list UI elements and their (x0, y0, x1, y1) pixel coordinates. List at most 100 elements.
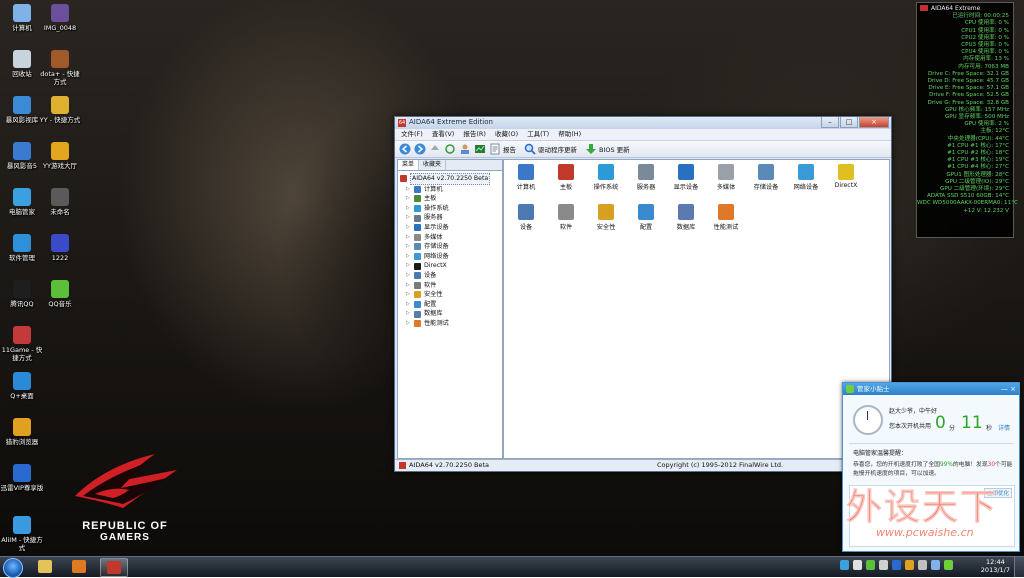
category-grid-item[interactable]: 配置 (626, 204, 666, 231)
tree-item[interactable]: ▷ 软件 (400, 281, 500, 291)
expand-arrow-icon[interactable]: ▷ (406, 252, 414, 262)
tree-item[interactable]: ▷ 主板 (400, 194, 500, 204)
category-grid-item[interactable]: 数据库 (666, 204, 706, 231)
desktop-icon[interactable]: YY游戏大厅 (38, 142, 82, 170)
category-grid-item[interactable]: DirectX (826, 164, 866, 189)
category-grid-item[interactable]: 性能测试 (706, 204, 746, 231)
category-grid-item[interactable]: 网络设备 (786, 164, 826, 191)
taskbar-button-explorer[interactable] (32, 558, 58, 575)
show-desktop-button[interactable] (1014, 557, 1024, 577)
expand-arrow-icon[interactable]: ▷ (406, 261, 414, 271)
minimize-button[interactable]: – (821, 117, 839, 128)
tab-favorites[interactable]: 收藏夹 (419, 160, 447, 170)
tray-icon[interactable] (905, 560, 914, 570)
category-grid-item[interactable]: 软件 (546, 204, 586, 231)
close-button[interactable]: × (859, 117, 889, 128)
desktop-icon[interactable]: 猎豹浏览器 (0, 418, 44, 446)
menu-item[interactable]: 报告(R) (463, 129, 486, 140)
tab-menu[interactable]: 菜单 (398, 160, 420, 170)
tray-icon[interactable] (866, 560, 875, 570)
tray-icon[interactable] (931, 560, 940, 570)
tree-item[interactable]: ▷ 计算机 (400, 185, 500, 195)
desktop-icon[interactable]: 迅雷VIP尊享版 (0, 464, 44, 492)
tree-item[interactable]: ▷ 配置 (400, 300, 500, 310)
tree-item[interactable]: ▷ 服务器 (400, 213, 500, 223)
expand-arrow-icon[interactable]: ▷ (406, 194, 414, 204)
expand-arrow-icon[interactable]: ▷ (406, 281, 414, 291)
back-arrow-icon[interactable] (399, 143, 411, 155)
category-grid-item[interactable]: 显示设备 (666, 164, 706, 191)
popup-close-button[interactable]: — × (1001, 383, 1016, 395)
detail-link[interactable]: 详情 (998, 423, 1010, 432)
tray-icon[interactable] (853, 560, 862, 570)
expand-arrow-icon[interactable]: ▷ (406, 213, 414, 223)
window-titlebar[interactable]: 64 AIDA64 Extreme Edition – □ × (395, 117, 891, 129)
up-icon[interactable] (429, 143, 441, 155)
app-icon (13, 4, 31, 22)
refresh-icon[interactable] (444, 143, 456, 155)
forward-arrow-icon[interactable] (414, 143, 426, 155)
tree-item[interactable]: ▷ 性能测试 (400, 319, 500, 329)
tray-icon[interactable] (944, 560, 953, 570)
tree-item[interactable]: ▷ 多媒体 (400, 233, 500, 243)
expand-arrow-icon[interactable]: ▷ (406, 223, 414, 233)
tree-item[interactable]: ▷ 存储设备 (400, 242, 500, 252)
report-button[interactable]: 报告 (489, 143, 516, 155)
chart-icon[interactable] (474, 143, 486, 155)
expand-arrow-icon[interactable]: ▷ (406, 242, 414, 252)
tray-icon[interactable] (918, 560, 927, 570)
menu-item[interactable]: 收藏(O) (495, 129, 518, 140)
tray-icon[interactable] (840, 560, 849, 570)
taskbar-clock[interactable]: 12:44 2013/1/7 (981, 558, 1010, 574)
menu-item[interactable]: 文件(F) (401, 129, 423, 140)
desktop-icon[interactable]: 1222 (38, 234, 82, 262)
tree-root[interactable]: AIDA64 v2.70.2250 Beta (400, 173, 500, 185)
category-grid-item[interactable]: 计算机 (506, 164, 546, 191)
expand-arrow-icon[interactable]: ▷ (406, 233, 414, 243)
taskbar-button-firefox[interactable] (66, 558, 92, 575)
expand-arrow-icon[interactable]: ▷ (406, 204, 414, 214)
start-button[interactable] (3, 558, 23, 578)
menu-item[interactable]: 帮助(H) (558, 129, 581, 140)
expand-arrow-icon[interactable]: ▷ (406, 271, 414, 281)
category-grid-item[interactable]: 主板 (546, 164, 586, 191)
category-icon (838, 164, 854, 180)
driver-update-button[interactable]: 驱动程序更新 (524, 143, 577, 155)
desktop-icon[interactable]: QQ音乐 (38, 280, 82, 308)
desktop-icon[interactable]: 未命名 (38, 188, 82, 216)
desktop-icon[interactable]: 11Game - 快捷方式 (0, 326, 44, 362)
tree-item[interactable]: ▷ 数据库 (400, 309, 500, 319)
desktop-icon[interactable]: dota+ - 快捷方式 (38, 50, 82, 86)
tree-item[interactable]: ▷ 操作系统 (400, 204, 500, 214)
category-grid-item[interactable]: 服务器 (626, 164, 666, 191)
menu-item[interactable]: 查看(V) (432, 129, 455, 140)
expand-arrow-icon[interactable]: ▷ (406, 185, 414, 195)
tree-item[interactable]: ▷ 显示设备 (400, 223, 500, 233)
user-icon[interactable] (459, 143, 471, 155)
category-grid-item[interactable]: 多媒体 (706, 164, 746, 191)
category-grid-item[interactable]: 安全性 (586, 204, 626, 231)
expand-arrow-icon[interactable]: ▷ (406, 319, 414, 329)
desktop-icon[interactable]: Q+桌面 (0, 372, 44, 400)
tree-item[interactable]: ▷ DirectX (400, 261, 500, 271)
tree-item[interactable]: ▷ 安全性 (400, 290, 500, 300)
expand-arrow-icon[interactable]: ▷ (406, 290, 414, 300)
category-grid-item[interactable]: 设备 (506, 204, 546, 231)
tray-icon[interactable] (892, 560, 901, 570)
desktop-icon[interactable]: IMG_0048 (38, 4, 82, 32)
tray-icon[interactable] (879, 560, 888, 570)
expand-arrow-icon[interactable]: ▷ (406, 300, 414, 310)
expand-arrow-icon[interactable]: ▷ (406, 309, 414, 319)
tree-item[interactable]: ▷ 设备 (400, 271, 500, 281)
app-icon (13, 234, 31, 252)
app-icon[interactable]: 64 (398, 119, 406, 127)
taskbar-button-aida64[interactable] (100, 558, 128, 577)
desktop-icon[interactable]: YY - 快捷方式 (38, 96, 82, 124)
desktop-icon[interactable]: AliIM - 快捷方式 (0, 516, 44, 552)
maximize-button[interactable]: □ (840, 117, 858, 128)
category-grid-item[interactable]: 操作系统 (586, 164, 626, 191)
tree-item[interactable]: ▷ 网络设备 (400, 252, 500, 262)
bios-update-button[interactable]: BIOS 更新 (585, 143, 630, 155)
menu-item[interactable]: 工具(T) (527, 129, 549, 140)
category-grid-item[interactable]: 存储设备 (746, 164, 786, 191)
